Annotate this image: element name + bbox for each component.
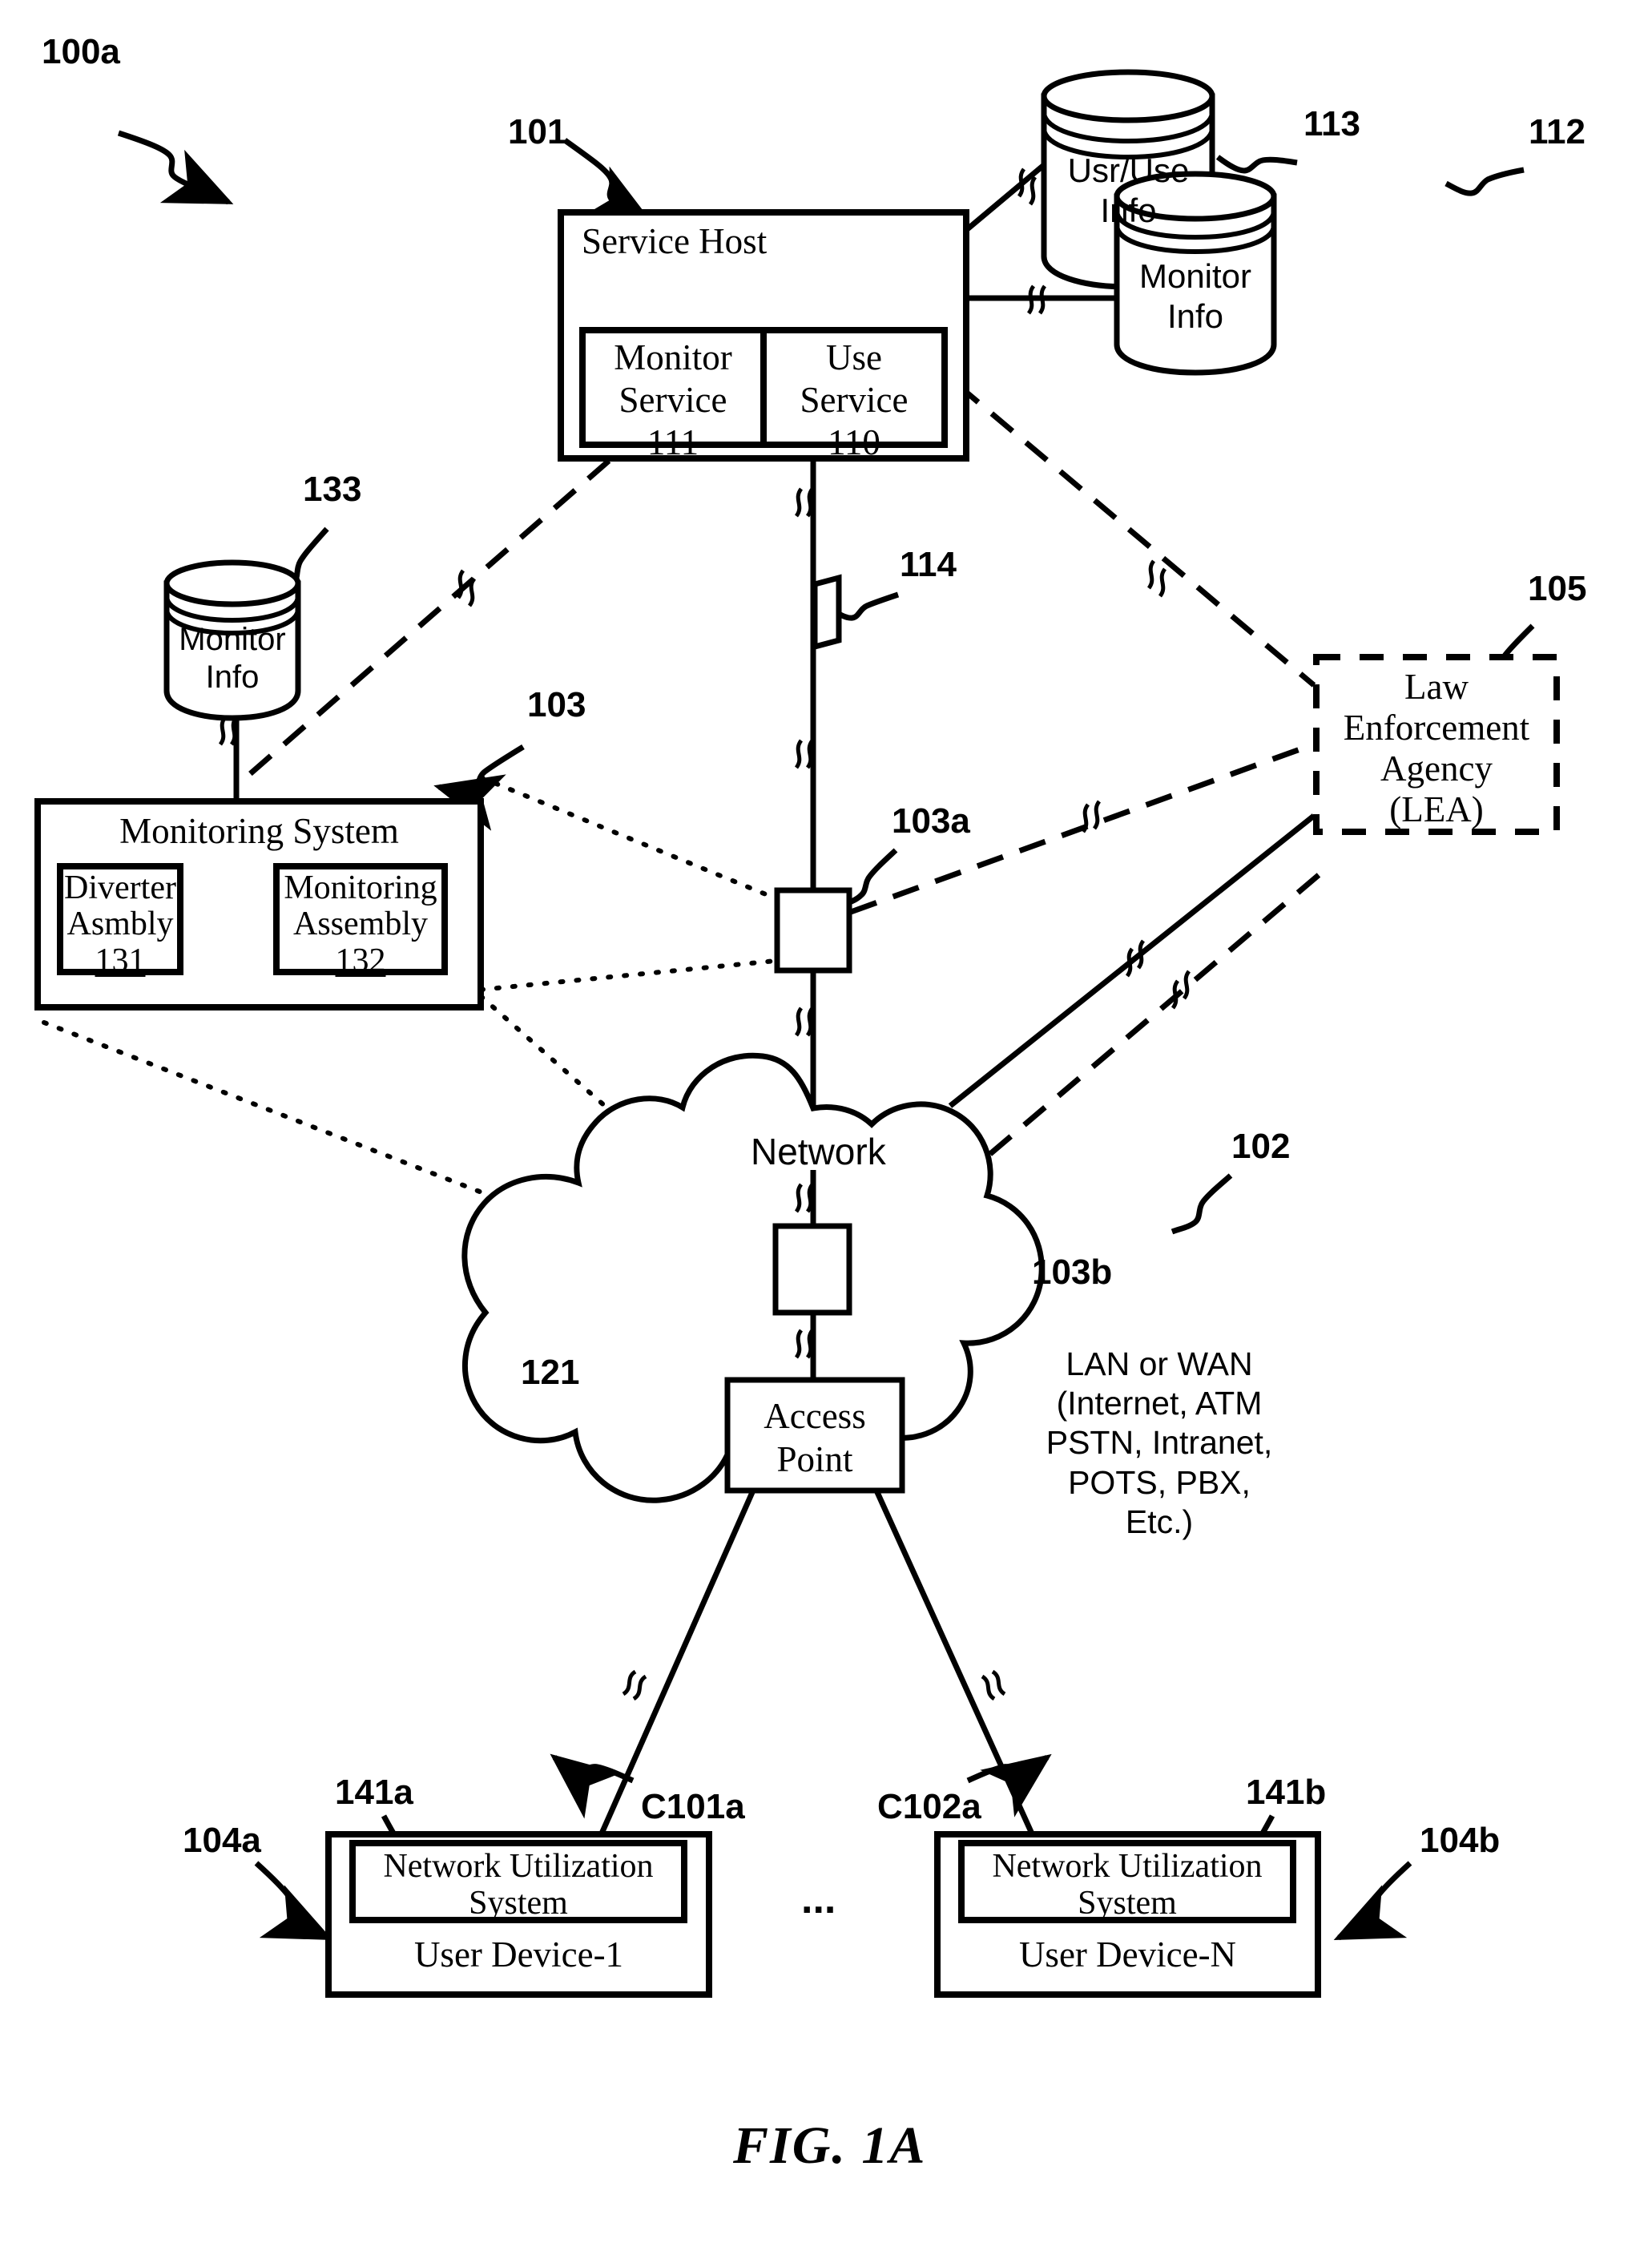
leader-104a bbox=[254, 1861, 333, 1941]
link-network-lea bbox=[948, 813, 1316, 1108]
monitoring-assembly-ref: 132 bbox=[335, 942, 386, 979]
usr-use-info-line1: Usr/Use bbox=[1067, 151, 1190, 189]
usr-use-info-label: Usr/Use Info bbox=[1050, 151, 1207, 230]
access-point-label: Access Point bbox=[727, 1394, 902, 1481]
network-desc-line5: Etc.) bbox=[1125, 1503, 1194, 1540]
lea-line3: Agency bbox=[1380, 748, 1493, 789]
network-description: LAN or WAN (Internet, ATM PSTN, Intranet… bbox=[1027, 1345, 1291, 1542]
monitoring-assembly-line1: Monitoring bbox=[284, 869, 437, 906]
monitoring-assembly-line2: Assembly bbox=[293, 906, 428, 943]
monitor-service-ref: 111 bbox=[647, 422, 699, 463]
usr-use-info-line2: Info bbox=[1100, 191, 1157, 229]
ref-121: 121 bbox=[521, 1353, 580, 1392]
link-servicehost-usruseinfo bbox=[963, 158, 1052, 233]
dotted-monitoringsystem-tap103a-2 bbox=[478, 958, 778, 992]
network-utilization-system-label-a: Network Utilization System bbox=[353, 1848, 684, 1922]
tap-box-103b bbox=[772, 1223, 852, 1316]
monitoring-assembly-label: Monitoring Assembly 132 bbox=[276, 869, 445, 979]
dotted-monitoringsystem-tap103a-1 bbox=[478, 775, 778, 901]
leader-103 bbox=[433, 744, 525, 831]
ref-133: 133 bbox=[303, 470, 362, 509]
ref-c102a: C102a bbox=[877, 1787, 981, 1826]
ref-104a: 104a bbox=[183, 1821, 261, 1860]
service-host-title: Service Host bbox=[582, 221, 768, 261]
leader-112 bbox=[1444, 167, 1525, 196]
nus-b-line2: System bbox=[1078, 1885, 1177, 1922]
monitor-info-133-line2: Info bbox=[205, 660, 260, 696]
ref-141a: 141a bbox=[335, 1773, 413, 1812]
network-desc-line1: LAN or WAN bbox=[1066, 1345, 1253, 1382]
monitor-service-line1: Monitor bbox=[614, 337, 732, 377]
access-point-line1: Access bbox=[764, 1396, 866, 1436]
link-tag-114 bbox=[812, 574, 842, 651]
leader-102 bbox=[1171, 1173, 1233, 1235]
network-desc-line3: PSTN, Intranet, bbox=[1046, 1424, 1273, 1462]
ref-100a: 100a bbox=[42, 32, 120, 71]
network-utilization-system-label-b: Network Utilization System bbox=[961, 1848, 1293, 1922]
lea-line4: (LEA) bbox=[1389, 789, 1484, 829]
diverter-assembly-line1: Diverter bbox=[64, 869, 176, 906]
ref-104b: 104b bbox=[1420, 1821, 1501, 1860]
use-service-label: Use Service 110 bbox=[764, 337, 945, 464]
monitor-info-112-line1: Monitor bbox=[1138, 257, 1252, 295]
ref-101: 101 bbox=[508, 112, 567, 151]
network-desc-line4: POTS, PBX, bbox=[1068, 1463, 1251, 1501]
leader-c101a bbox=[550, 1753, 635, 1819]
nus-b-line1: Network Utilization bbox=[992, 1848, 1263, 1885]
monitor-info-112-line2: Info bbox=[1166, 296, 1224, 335]
lea-line2: Enforcement bbox=[1343, 707, 1530, 748]
user-device-n-title: User Device-N bbox=[1018, 1934, 1237, 1975]
diverter-assembly-line2: Asmbly bbox=[66, 906, 174, 943]
monitor-info-133-line1: Monitor bbox=[179, 622, 286, 657]
law-enforcement-agency-label: Law Enforcement Agency (LEA) bbox=[1316, 667, 1557, 829]
nus-a-line2: System bbox=[469, 1885, 568, 1922]
patent-figure-1a: 100a 101 113 112 133 103 105 114 103a 10… bbox=[0, 0, 1652, 2255]
ref-c101a: C101a bbox=[641, 1787, 745, 1826]
monitoring-system-title: Monitoring System bbox=[119, 811, 399, 851]
user-device-1-title: User Device-1 bbox=[413, 1934, 624, 1975]
ref-141b: 141b bbox=[1246, 1773, 1327, 1812]
monitor-service-label: Monitor Service 111 bbox=[582, 337, 764, 464]
ref-103: 103 bbox=[527, 685, 586, 724]
leader-104b bbox=[1333, 1861, 1412, 1941]
ref-113: 113 bbox=[1303, 104, 1360, 143]
use-service-line1: Use bbox=[826, 337, 882, 377]
figure-caption: FIG. 1A bbox=[733, 2116, 927, 2175]
leader-113 bbox=[1215, 155, 1298, 174]
use-service-line2: Service bbox=[800, 380, 909, 421]
monitor-info-133-label: Monitor Info bbox=[167, 621, 297, 696]
tap-box-103a bbox=[774, 887, 852, 974]
use-service-ref: 110 bbox=[828, 422, 880, 463]
ref-103a: 103a bbox=[892, 801, 970, 841]
devices-ellipsis: ... bbox=[801, 1876, 836, 1922]
ref-114: 114 bbox=[900, 545, 957, 584]
nus-a-line1: Network Utilization bbox=[383, 1848, 654, 1885]
lea-line1: Law bbox=[1404, 667, 1469, 707]
network-desc-line2: (Internet, ATM bbox=[1056, 1385, 1263, 1422]
leader-100a bbox=[117, 130, 234, 205]
access-point-line2: Point bbox=[776, 1439, 853, 1479]
monitor-service-line2: Service bbox=[618, 380, 727, 421]
ref-112: 112 bbox=[1529, 112, 1586, 151]
ref-103b: 103b bbox=[1032, 1253, 1113, 1292]
diverter-assembly-label: Diverter Asmbly 131 bbox=[60, 869, 180, 979]
dashed-servicehost-lea bbox=[955, 382, 1316, 688]
network-cloud-label: Network bbox=[751, 1131, 886, 1172]
ref-102: 102 bbox=[1231, 1127, 1291, 1166]
monitor-info-112-label: Monitor Info bbox=[1118, 256, 1272, 336]
ref-105: 105 bbox=[1528, 569, 1587, 608]
diverter-assembly-ref: 131 bbox=[95, 942, 146, 979]
